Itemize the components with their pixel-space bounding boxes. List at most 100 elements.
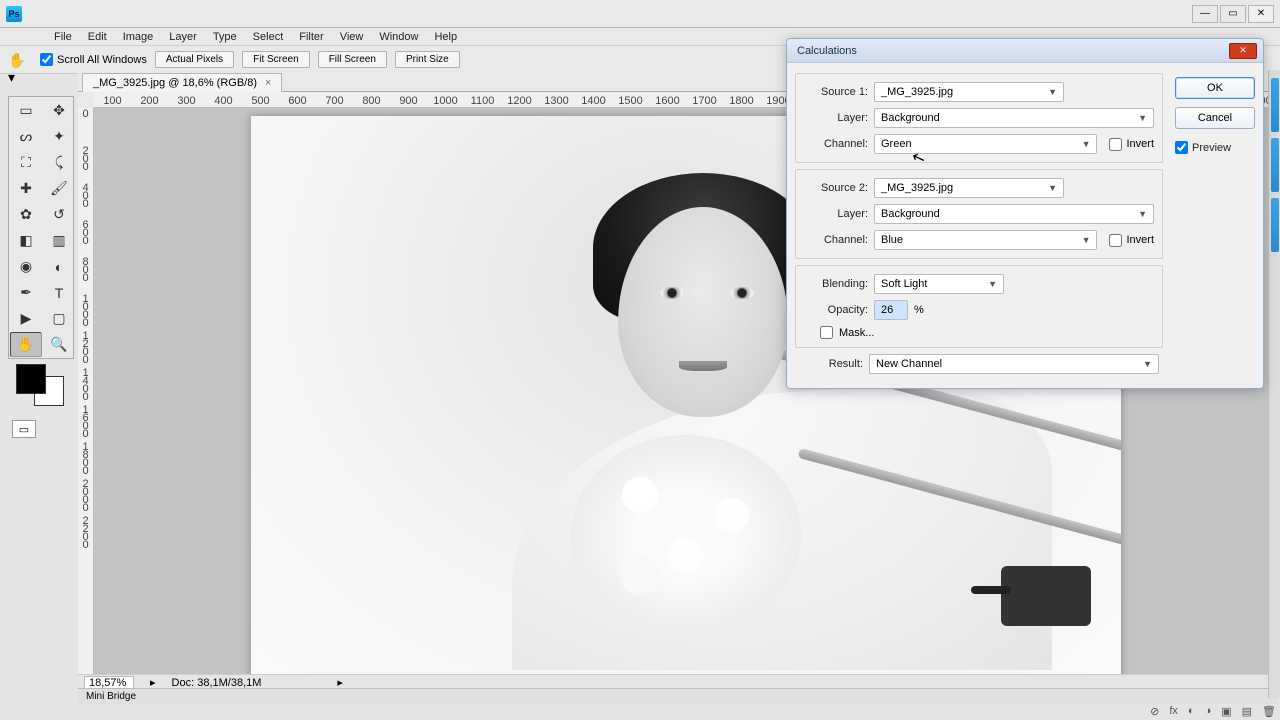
pen-icon[interactable]: ✒ (10, 280, 42, 305)
fx-icon[interactable]: fx (1169, 705, 1178, 718)
dock-tab-3[interactable] (1271, 198, 1279, 252)
fit-screen-button[interactable]: Fit Screen (242, 51, 310, 68)
ruler-tick: 600 (78, 219, 93, 256)
adjustment-icon[interactable]: ◑ (1205, 705, 1212, 718)
ruler-tick: 800 (78, 256, 93, 293)
mask-label: Mask... (839, 327, 874, 339)
source2-layer-select[interactable]: Background▼ (874, 204, 1154, 224)
source2-layer-label: Layer: (804, 208, 868, 220)
dodge-icon[interactable]: ◐ (43, 254, 75, 279)
hand-icon[interactable]: ✋ (10, 332, 42, 357)
maximize-button[interactable]: ▭ (1220, 5, 1246, 23)
chevron-down-icon: ▼ (1082, 235, 1091, 245)
source1-layer-select[interactable]: Background▼ (874, 108, 1154, 128)
new-icon[interactable]: ▤ (1242, 705, 1252, 718)
menu-filter[interactable]: Filter (291, 30, 331, 44)
source1-channel-select[interactable]: Green ▼ (874, 134, 1097, 154)
link-icon[interactable]: ⊘ (1150, 705, 1159, 718)
chevron-down-icon: ▼ (988, 279, 997, 289)
ruler-tick: 900 (390, 95, 427, 107)
ruler-tick: 100 (94, 95, 131, 107)
blur-icon[interactable]: ◉ (10, 254, 42, 279)
menu-layer[interactable]: Layer (161, 30, 205, 44)
magic-wand-icon[interactable]: ✦ (43, 124, 75, 149)
eraser-icon[interactable]: ◧ (10, 228, 42, 253)
ok-button[interactable]: OK (1175, 77, 1255, 99)
healing-brush-icon[interactable]: ✚ (10, 176, 42, 201)
menu-window[interactable]: Window (371, 30, 426, 44)
menu-type[interactable]: Type (205, 30, 245, 44)
ruler-tick: 1500 (612, 95, 649, 107)
source1-invert-checkbox[interactable] (1109, 138, 1122, 151)
minimize-button[interactable]: — (1192, 5, 1218, 23)
source1-file-value: _MG_3925.jpg (881, 86, 953, 98)
color-well[interactable] (10, 362, 72, 412)
marquee-icon[interactable]: ▭ (10, 98, 42, 123)
opacity-input[interactable]: 26 (874, 300, 908, 320)
actual-pixels-button[interactable]: Actual Pixels (155, 51, 234, 68)
type-icon[interactable]: T (43, 280, 75, 305)
source1-channel-label: Channel: (804, 138, 868, 150)
gradient-icon[interactable]: ▥ (43, 228, 75, 253)
scroll-all-windows-input[interactable] (40, 53, 53, 66)
right-panel-dock[interactable] (1268, 70, 1280, 698)
dock-tab-2[interactable] (1271, 138, 1279, 192)
preview-checkbox-wrap[interactable]: Preview (1175, 141, 1239, 154)
menu-image[interactable]: Image (115, 30, 162, 44)
source2-channel-label: Channel: (804, 234, 868, 246)
source2-channel-select[interactable]: Blue▼ (874, 230, 1097, 250)
zoom-icon[interactable]: 🔍 (43, 332, 75, 357)
close-button[interactable]: ✕ (1248, 5, 1274, 23)
mini-bridge-panel-tab[interactable]: Mini Bridge (78, 688, 1278, 704)
bottom-icon-bar: ⊘ fx ◐ ◑ ▣ ▤ 🗑 (1150, 705, 1276, 718)
dock-tab-1[interactable] (1271, 78, 1279, 132)
quick-mask-button[interactable]: ▭ (12, 420, 36, 438)
ruler-tick: 1600 (649, 95, 686, 107)
source2-layer-value: Background (881, 208, 940, 220)
path-select-icon[interactable]: ▶ (10, 306, 42, 331)
menu-view[interactable]: View (332, 30, 372, 44)
vertical-ruler[interactable]: 0200400600800100012001400160018002000220… (78, 108, 94, 674)
source2-invert-checkbox[interactable] (1109, 234, 1122, 247)
history-brush-icon[interactable]: ↺ (43, 202, 75, 227)
folder-icon[interactable]: ▣ (1221, 705, 1231, 718)
shape-icon[interactable]: ▢ (43, 306, 75, 331)
hand-tool-preset-icon[interactable]: ✋▾ (8, 52, 32, 68)
lasso-icon[interactable]: ᔕ (10, 124, 42, 149)
ruler-tick: 1100 (464, 95, 501, 107)
menu-help[interactable]: Help (426, 30, 465, 44)
source1-channel-value: Green (881, 138, 912, 150)
chevron-down-icon: ▼ (1082, 139, 1091, 149)
source2-file-select[interactable]: _MG_3925.jpg▼ (874, 178, 1064, 198)
menu-file[interactable]: File (46, 30, 80, 44)
menu-select[interactable]: Select (245, 30, 292, 44)
ruler-tick: 1000 (427, 95, 464, 107)
foreground-color-swatch[interactable] (16, 364, 46, 394)
result-select[interactable]: New Channel▼ (869, 354, 1159, 374)
fill-screen-button[interactable]: Fill Screen (318, 51, 387, 68)
source1-invert-label: Invert (1126, 138, 1154, 150)
ruler-tick: 600 (279, 95, 316, 107)
crop-icon[interactable]: ⛶ (10, 150, 42, 175)
ruler-tick: 1200 (501, 95, 538, 107)
trash-icon[interactable]: 🗑 (1262, 705, 1276, 718)
dialog-titlebar[interactable]: Calculations ✕ (787, 39, 1263, 63)
cancel-button[interactable]: Cancel (1175, 107, 1255, 129)
scroll-all-windows-checkbox[interactable]: Scroll All Windows (40, 53, 147, 66)
blending-group: Blending: Soft Light▼ Opacity: 26 % Mask… (795, 265, 1163, 348)
move-icon[interactable]: ✥ (43, 98, 75, 123)
brush-icon[interactable]: 🖌 (43, 176, 75, 201)
source1-file-select[interactable]: _MG_3925.jpg▼ (874, 82, 1064, 102)
mask-icon[interactable]: ◐ (1188, 705, 1195, 718)
close-tab-icon[interactable]: × (265, 77, 271, 89)
eyedropper-icon[interactable]: ⤹ (43, 150, 75, 175)
ruler-tick: 400 (78, 182, 93, 219)
print-size-button[interactable]: Print Size (395, 51, 460, 68)
menu-edit[interactable]: Edit (80, 30, 115, 44)
dialog-close-button[interactable]: ✕ (1229, 43, 1257, 59)
mask-checkbox[interactable] (820, 326, 833, 339)
blending-mode-select[interactable]: Soft Light▼ (874, 274, 1004, 294)
document-tab[interactable]: _MG_3925.jpg @ 18,6% (RGB/8) × (82, 73, 282, 92)
clone-stamp-icon[interactable]: ✿ (10, 202, 42, 227)
preview-checkbox[interactable] (1175, 141, 1188, 154)
